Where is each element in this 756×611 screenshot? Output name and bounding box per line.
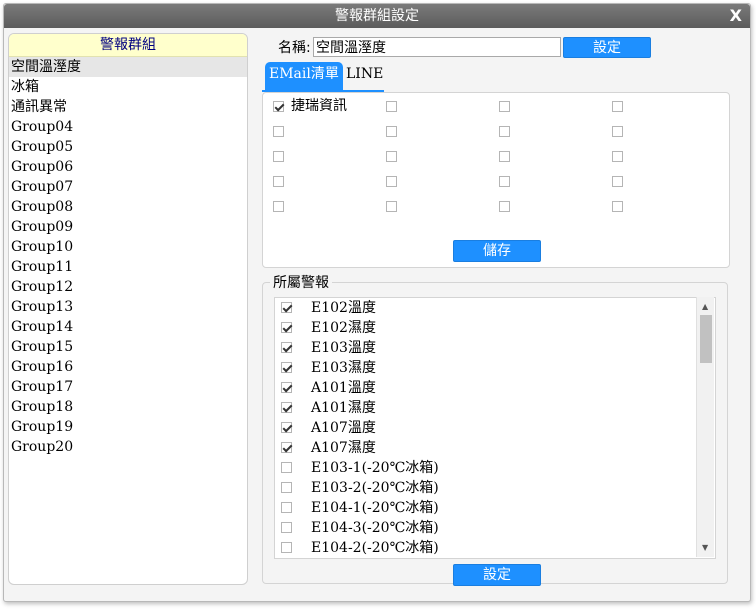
- alarm-row[interactable]: E103-1(-20℃冰箱): [275, 458, 695, 478]
- group-item[interactable]: Group16: [9, 357, 247, 377]
- alarm-row[interactable]: E102濕度: [275, 318, 695, 338]
- alarm-row[interactable]: E104-2(-20℃冰箱): [275, 538, 695, 558]
- alarm-label: A101濕度: [311, 400, 376, 416]
- alarm-label: E102溫度: [311, 300, 376, 316]
- group-item[interactable]: Group10: [9, 237, 247, 257]
- group-item[interactable]: 通訊異常: [9, 97, 247, 117]
- email-checkbox[interactable]: [273, 126, 284, 137]
- email-checkbox[interactable]: [612, 126, 623, 137]
- email-checkbox[interactable]: [273, 101, 284, 112]
- group-item[interactable]: Group07: [9, 177, 247, 197]
- alarm-row[interactable]: A101濕度: [275, 398, 695, 418]
- alarm-label: E103-2(-20℃冰箱): [311, 480, 439, 496]
- alarm-label: E104-2(-20℃冰箱): [311, 540, 439, 556]
- alarm-scrollbar[interactable]: ▲ ▼: [696, 297, 714, 557]
- scroll-up-icon[interactable]: ▲: [702, 302, 708, 312]
- group-item[interactable]: Group14: [9, 317, 247, 337]
- alarm-checkbox[interactable]: [281, 462, 292, 473]
- group-item[interactable]: Group12: [9, 277, 247, 297]
- group-panel-header: 警報群組: [9, 34, 247, 57]
- alarm-row[interactable]: A101溫度: [275, 378, 695, 398]
- email-checkbox[interactable]: [612, 101, 623, 112]
- group-item[interactable]: 冰箱: [9, 77, 247, 97]
- alarm-list: E102溫度 E102濕度 E103溫度 E103濕度 A101溫度 A101濕度 A107…: [274, 297, 716, 559]
- group-item[interactable]: Group04: [9, 117, 247, 137]
- alarm-label: E103濕度: [311, 360, 376, 376]
- alarm-label: A101溫度: [311, 380, 376, 396]
- group-panel: 警報群組 空間溫溼度 冰箱 通訊異常 Group04 Group05 Group06 Gro…: [8, 33, 248, 585]
- alarm-label: E102濕度: [311, 320, 376, 336]
- tab-email[interactable]: EMail清單: [265, 62, 343, 90]
- group-item[interactable]: Group13: [9, 297, 247, 317]
- dialog-titlebar: 警報群組設定 X: [4, 4, 750, 28]
- group-item[interactable]: Group06: [9, 157, 247, 177]
- email-checkbox[interactable]: [386, 101, 397, 112]
- alarm-set-button[interactable]: 設定: [453, 564, 541, 586]
- alarm-label: E104-1(-20℃冰箱): [311, 500, 439, 516]
- group-item[interactable]: Group17: [9, 377, 247, 397]
- alarm-legend: 所屬警報: [270, 274, 332, 292]
- group-item[interactable]: Group20: [9, 437, 247, 457]
- alarm-row[interactable]: A107濕度: [275, 438, 695, 458]
- alarm-row[interactable]: E103溫度: [275, 338, 695, 358]
- email-checkbox[interactable]: [499, 176, 510, 187]
- email-checkbox[interactable]: [386, 151, 397, 162]
- email-checkbox[interactable]: [499, 201, 510, 212]
- group-item[interactable]: Group19: [9, 417, 247, 437]
- save-button[interactable]: 儲存: [453, 240, 541, 262]
- alarm-label: E103-1(-20℃冰箱): [311, 460, 439, 476]
- alarm-checkbox[interactable]: [281, 322, 292, 333]
- alarm-checkbox[interactable]: [281, 362, 292, 373]
- alarm-checkbox[interactable]: [281, 442, 292, 453]
- email-checkbox[interactable]: [386, 176, 397, 187]
- alarm-checkbox[interactable]: [281, 402, 292, 413]
- group-list: 空間溫溼度 冰箱 通訊異常 Group04 Group05 Group06 Group07 G…: [9, 57, 247, 457]
- email-checkbox[interactable]: [499, 151, 510, 162]
- email-checkbox[interactable]: [273, 151, 284, 162]
- close-icon[interactable]: X: [730, 4, 742, 28]
- alarm-checkbox[interactable]: [281, 522, 292, 533]
- alarm-checkbox[interactable]: [281, 302, 292, 313]
- email-checkbox[interactable]: [612, 201, 623, 212]
- name-label: 名稱:: [278, 40, 311, 56]
- email-checkbox[interactable]: [386, 201, 397, 212]
- email-checkbox[interactable]: [499, 126, 510, 137]
- group-item[interactable]: Group05: [9, 137, 247, 157]
- alarm-label: E103溫度: [311, 340, 376, 356]
- email-recipient-label: 捷瑞資訊: [291, 98, 347, 114]
- name-set-button[interactable]: 設定: [563, 37, 651, 58]
- scroll-down-icon[interactable]: ▼: [702, 543, 708, 553]
- alarm-row[interactable]: E104-1(-20℃冰箱): [275, 498, 695, 518]
- scroll-thumb[interactable]: [700, 315, 712, 363]
- alarm-checkbox[interactable]: [281, 342, 292, 353]
- alarm-row[interactable]: E103-2(-20℃冰箱): [275, 478, 695, 498]
- alarm-checkbox[interactable]: [281, 502, 292, 513]
- dialog-title: 警報群組設定: [335, 8, 419, 24]
- group-item[interactable]: 空間溫溼度: [9, 57, 247, 77]
- email-checkbox[interactable]: [612, 176, 623, 187]
- alarm-label: A107濕度: [311, 440, 376, 456]
- alarm-row[interactable]: E102溫度: [275, 298, 695, 318]
- alarm-checkbox[interactable]: [281, 482, 292, 493]
- alarm-checkbox[interactable]: [281, 422, 292, 433]
- alarm-label: E104-3(-20℃冰箱): [311, 520, 439, 536]
- email-checkbox[interactable]: [273, 176, 284, 187]
- email-checkbox[interactable]: [386, 126, 397, 137]
- group-item[interactable]: Group11: [9, 257, 247, 277]
- group-item[interactable]: Group15: [9, 337, 247, 357]
- tab-line[interactable]: LINE: [342, 62, 387, 90]
- group-item[interactable]: Group09: [9, 217, 247, 237]
- group-item[interactable]: Group18: [9, 397, 247, 417]
- alarm-row[interactable]: E103濕度: [275, 358, 695, 378]
- alarm-row[interactable]: E104-3(-20℃冰箱): [275, 518, 695, 538]
- email-checkbox[interactable]: [499, 101, 510, 112]
- name-input[interactable]: [313, 37, 561, 57]
- alarm-checkbox[interactable]: [281, 382, 292, 393]
- email-checkbox[interactable]: [612, 151, 623, 162]
- alarm-checkbox[interactable]: [281, 542, 292, 553]
- group-item[interactable]: Group08: [9, 197, 247, 217]
- email-checkbox[interactable]: [273, 201, 284, 212]
- alarm-label: A107溫度: [311, 420, 376, 436]
- alarm-row[interactable]: A107溫度: [275, 418, 695, 438]
